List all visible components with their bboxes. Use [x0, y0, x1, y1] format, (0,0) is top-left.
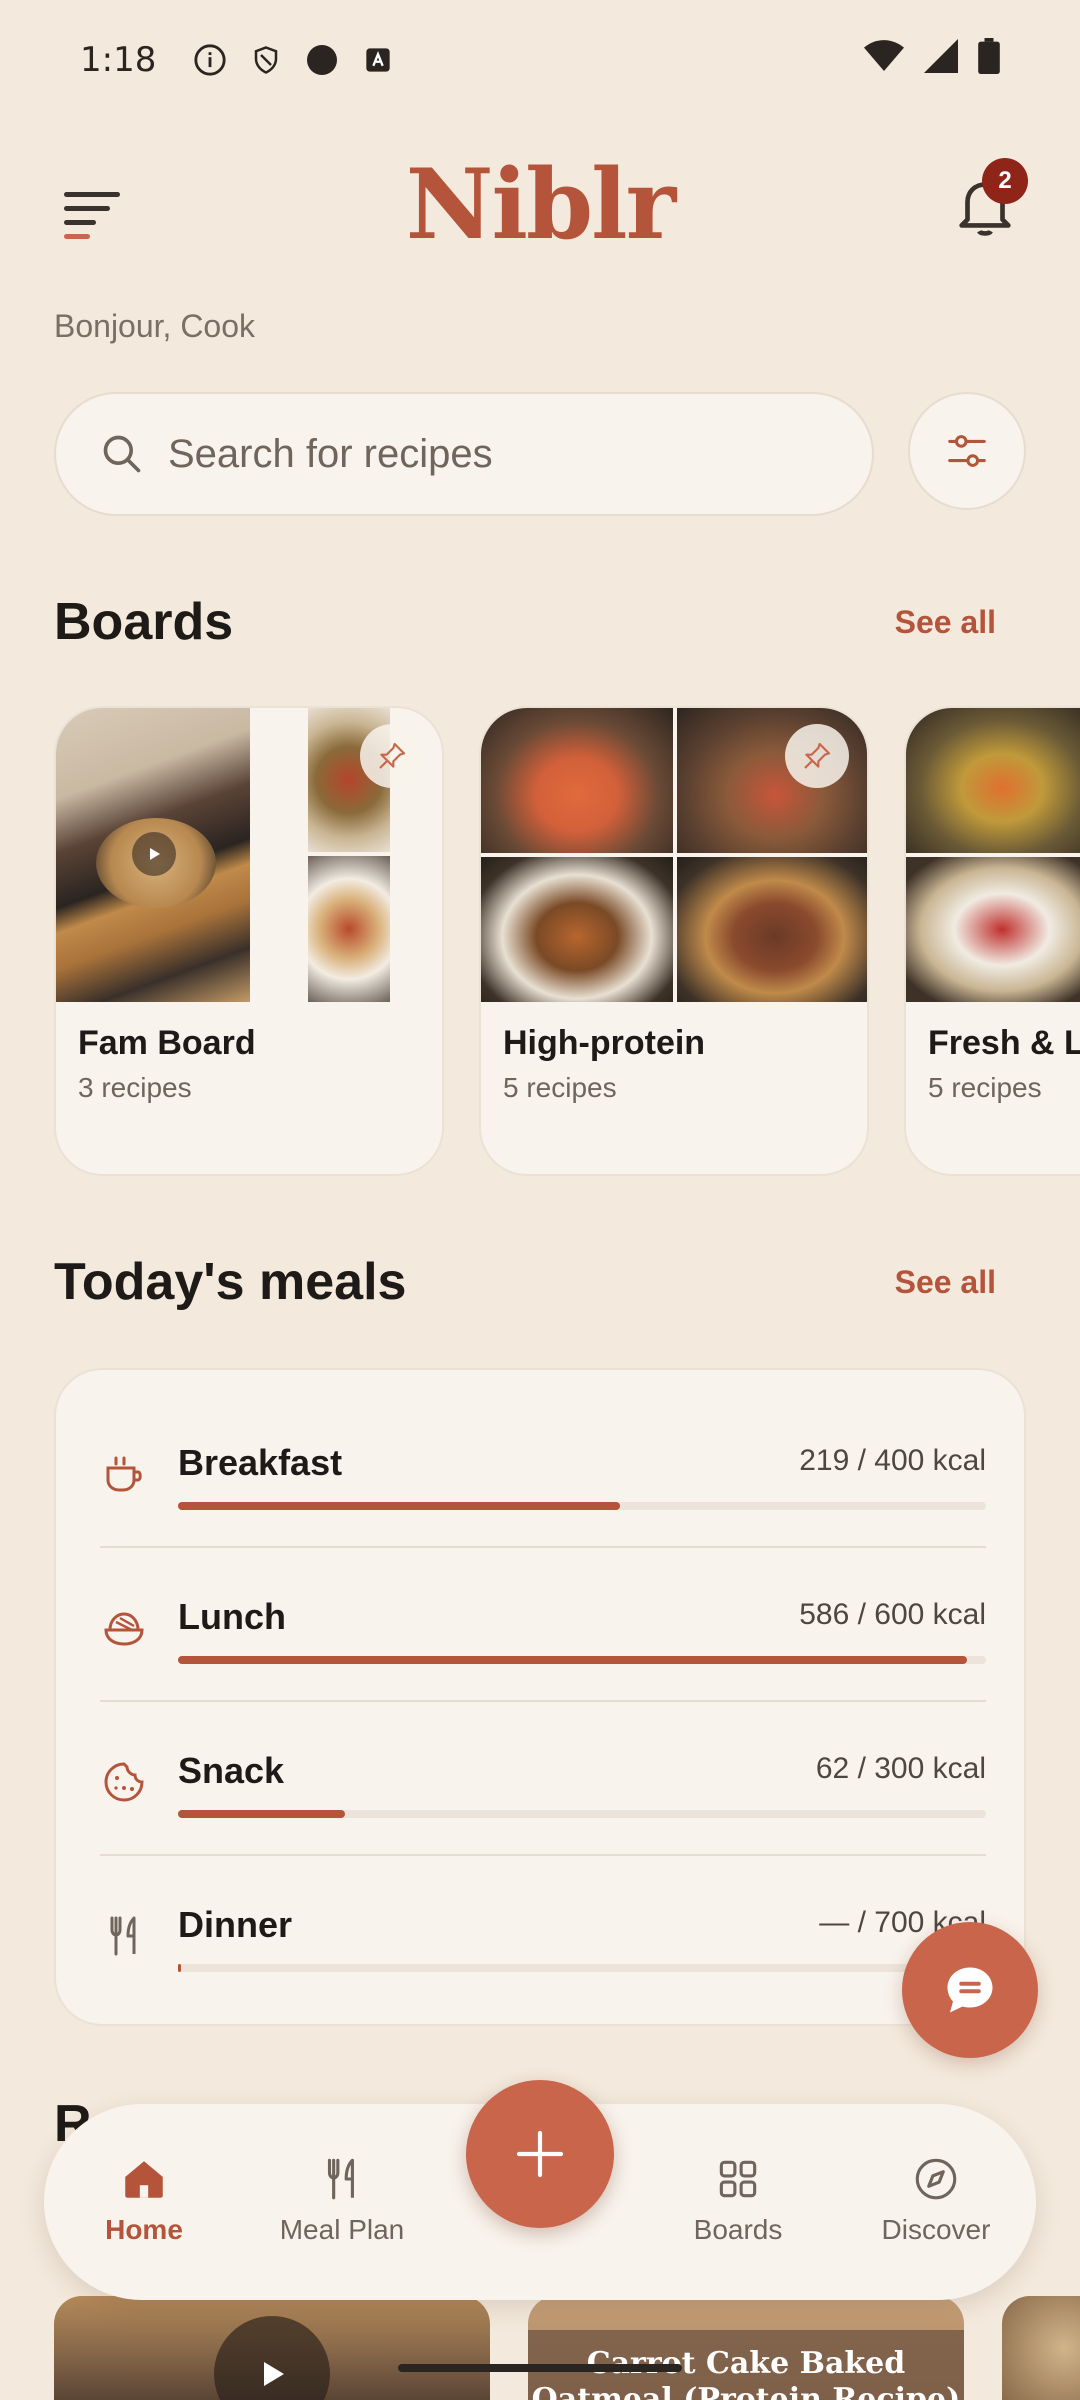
search-bar[interactable]: Search for recipes [54, 392, 874, 516]
food-photo [481, 857, 673, 1002]
meal-progress-fill [178, 1964, 181, 1972]
play-icon [214, 2316, 330, 2400]
food-photo [677, 857, 867, 1002]
board-recipe-count: 5 recipes [503, 1072, 617, 1103]
nav-label: Home [105, 2214, 183, 2245]
plus-icon [516, 2130, 564, 2178]
board-name: High-protein [503, 1024, 706, 1062]
coffee-cup-icon [106, 1456, 142, 1492]
board-name: Fam Board [78, 1024, 256, 1062]
nav-label: Boards [693, 2214, 783, 2245]
fork-knife-icon [327, 2158, 354, 2200]
food-photo [677, 708, 867, 853]
food-photo [308, 856, 390, 1002]
meal-progress-track [178, 1656, 986, 1664]
shield-icon [248, 42, 284, 78]
divider [100, 1700, 986, 1702]
recipe-card[interactable] [1002, 2296, 1080, 2400]
pin-icon [804, 742, 831, 769]
board-card-fam[interactable]: Fam Board 3 recipes [54, 706, 444, 1176]
board-card-fresh[interactable]: Fresh & Li 5 recipes [904, 706, 1080, 1176]
todays-meals-card: Breakfast 219 / 400 kcal Lunch 586 / 600… [54, 1368, 1026, 2026]
top-bar: Niblr 2 [0, 140, 1080, 270]
add-button[interactable] [466, 2080, 614, 2228]
a-badge-icon [360, 42, 396, 78]
meal-progress-fill [178, 1810, 345, 1818]
grid-icon [719, 2160, 757, 2198]
meal-kcal: 586 / 600 kcal [799, 1598, 986, 1631]
board-recipe-count: 5 recipes [928, 1072, 1042, 1103]
play-icon [132, 832, 176, 876]
bowl-icon [104, 1612, 144, 1646]
meal-row-lunch[interactable]: Lunch 586 / 600 kcal [100, 1574, 986, 1714]
nav-label: Meal Plan [279, 2214, 405, 2245]
pin-button[interactable] [360, 724, 424, 788]
meal-name: Breakfast [178, 1442, 343, 1483]
food-photo [56, 708, 250, 1002]
board-card-high-protein[interactable]: High-protein 5 recipes [479, 706, 869, 1176]
meal-row-dinner[interactable]: Dinner — / 700 kcal [100, 1882, 986, 2022]
chat-button[interactable] [902, 1922, 1038, 2058]
meal-progress-fill [178, 1502, 621, 1510]
meal-kcal: 219 / 400 kcal [799, 1444, 986, 1477]
meal-row-breakfast[interactable]: Breakfast 219 / 400 kcal [100, 1420, 986, 1560]
info-icon [192, 42, 228, 78]
recipe-card[interactable] [54, 2296, 490, 2400]
meals-title: Today's meals [54, 1253, 407, 1311]
boards-title: Boards [54, 593, 234, 651]
nav-boards[interactable]: Boards [648, 2154, 828, 2246]
food-photo [906, 708, 1080, 853]
pin-icon [379, 742, 406, 769]
compass-icon [915, 2158, 957, 2200]
status-time: 1:18 [80, 40, 157, 80]
meal-progress-track [178, 1964, 986, 1972]
status-right [864, 37, 1000, 83]
gesture-home-indicator [398, 2364, 682, 2372]
board-recipe-count: 3 recipes [78, 1072, 192, 1103]
chat-bubble-icon [947, 1967, 993, 2013]
sliders-icon [948, 435, 986, 467]
fork-knife-icon [110, 1916, 136, 1956]
wifi-icon [864, 39, 904, 82]
food-photo [481, 708, 673, 853]
status-bar: 1:18 [0, 0, 1080, 120]
pin-button[interactable] [785, 724, 849, 788]
divider [100, 1546, 986, 1548]
boards-carousel[interactable]: Fam Board 3 recipes High-protein 5 recip… [54, 706, 1080, 1178]
recipe-card[interactable]: Carrot Cake Baked Oatmeal (Protein Recip… [528, 2296, 964, 2400]
meal-name: Dinner [178, 1904, 293, 1945]
nav-meal-plan[interactable]: Meal Plan [252, 2154, 432, 2246]
meal-progress-track [178, 1502, 986, 1510]
divider [100, 1854, 986, 1856]
nav-home[interactable]: Home [54, 2154, 234, 2246]
nav-label: Discover [881, 2214, 991, 2245]
meal-name: Snack [178, 1750, 285, 1791]
meal-kcal: 62 / 300 kcal [815, 1752, 986, 1785]
meal-progress-fill [178, 1656, 968, 1664]
board-name: Fresh & Li [928, 1024, 1080, 1062]
boards-see-all-link[interactable]: See all [895, 604, 996, 641]
meal-progress-track [178, 1810, 986, 1818]
board-cover-image [906, 708, 1080, 1002]
battery-icon [978, 37, 1000, 83]
nav-discover[interactable]: Discover [846, 2154, 1026, 2246]
meal-name: Lunch [178, 1596, 286, 1637]
notification-badge: 2 [982, 158, 1028, 204]
circle-status-icon [304, 42, 340, 78]
search-input[interactable]: Search for recipes [168, 432, 493, 477]
search-icon [103, 435, 141, 473]
signal-icon [924, 38, 958, 82]
meal-row-snack[interactable]: Snack 62 / 300 kcal [100, 1728, 986, 1868]
cookie-icon [104, 1762, 144, 1802]
app-logo: Niblr [405, 148, 676, 261]
filter-button[interactable] [908, 392, 1026, 510]
home-icon [125, 2161, 163, 2198]
meals-see-all-link[interactable]: See all [895, 1264, 996, 1301]
greeting-text: Bonjour, Cook [54, 308, 256, 344]
food-photo [906, 857, 1080, 1002]
